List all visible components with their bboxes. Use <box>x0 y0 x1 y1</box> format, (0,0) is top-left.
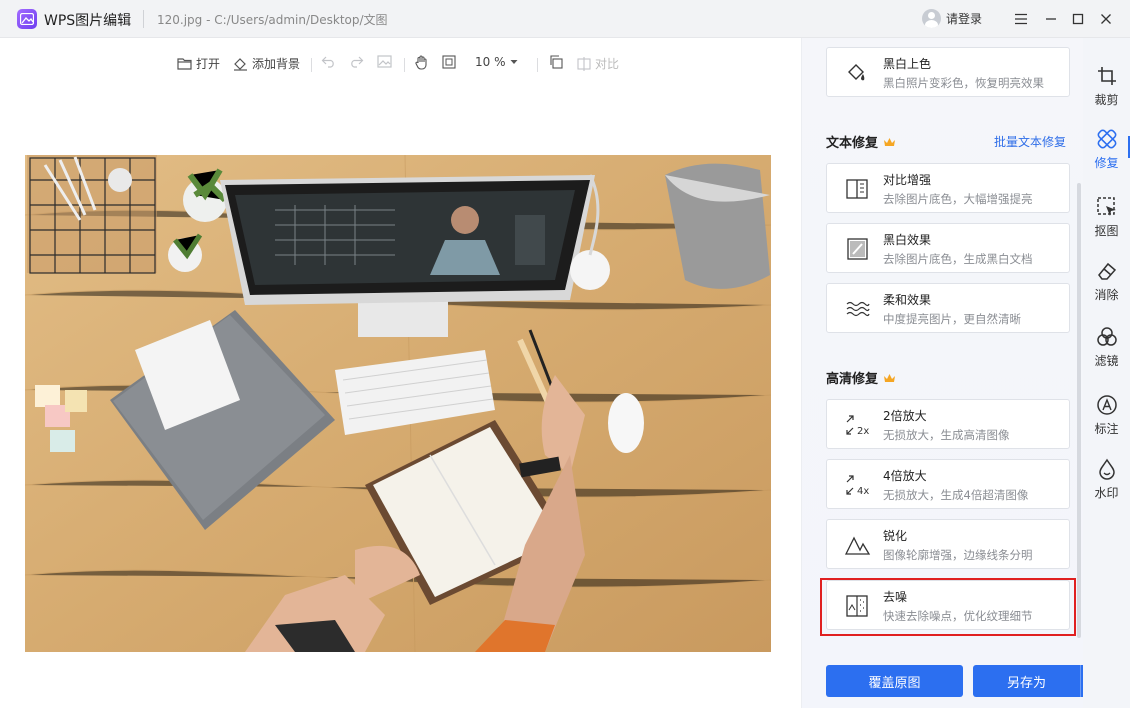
sidebar-label: 消除 <box>1094 288 1119 302</box>
cutout-icon <box>1096 197 1116 216</box>
tool-sidebar: 裁剪 修复 抠图 消除 滤镜 标注 水印 <box>1083 38 1130 708</box>
sidebar-item-crop[interactable]: 裁剪 <box>1083 63 1130 113</box>
menu-icon[interactable] <box>1010 8 1032 30</box>
toolbar-divider <box>311 58 312 72</box>
login-label: 请登录 <box>946 12 983 26</box>
redo-icon[interactable] <box>349 55 364 68</box>
app-name: WPS图片编辑 <box>44 13 132 29</box>
sidebar-label: 滤镜 <box>1094 354 1119 368</box>
image-icon[interactable] <box>377 55 392 68</box>
panel-scrollbar[interactable] <box>1077 183 1081 638</box>
card-title: 黑白效果 <box>883 233 932 247</box>
maximize-icon[interactable] <box>1067 8 1089 30</box>
sidebar-label: 修复 <box>1094 156 1119 170</box>
upscale-4x-card[interactable]: 4x 4倍放大 无损放大，生成4倍超清图像 <box>826 459 1070 509</box>
title-divider <box>143 10 144 28</box>
repair-icon <box>1097 129 1116 149</box>
card-desc: 去除图片底色，大幅增强提亮 <box>883 192 1033 206</box>
sidebar-item-annotate[interactable]: 标注 <box>1083 392 1130 442</box>
sidebar-item-filter[interactable]: 滤镜 <box>1083 324 1130 374</box>
canvas-toolbar: 打开 添加背景 10 % 对比 <box>0 52 800 78</box>
selection-highlight-box <box>820 578 1076 636</box>
black-white-card[interactable]: 黑白效果 去除图片底色，生成黑白文档 <box>826 223 1070 273</box>
card-desc: 中度提亮图片，更自然清晰 <box>883 312 1021 326</box>
annotate-icon <box>1096 395 1117 415</box>
sidebar-item-repair[interactable]: 修复 <box>1083 126 1130 176</box>
contrast-icon <box>846 179 868 199</box>
add-background-button[interactable]: 添加背景 <box>233 55 300 72</box>
filter-icon <box>1096 327 1117 346</box>
open-label: 打开 <box>196 57 221 71</box>
paint-bucket-icon <box>234 57 247 71</box>
card-desc: 去除图片底色，生成黑白文档 <box>883 252 1033 266</box>
title-bar: WPS图片编辑 120.jpg - C:/Users/admin/Desktop… <box>0 0 1130 38</box>
watermark-icon <box>1098 458 1115 480</box>
svg-text:4x: 4x <box>857 486 869 497</box>
overwrite-original-button[interactable]: 覆盖原图 <box>826 665 963 697</box>
contrast-enhance-card[interactable]: 对比增强 去除图片底色，大幅增强提亮 <box>826 163 1070 213</box>
copy-icon[interactable] <box>549 55 563 69</box>
compare-label: 对比 <box>595 57 620 71</box>
sharpen-card[interactable]: 锐化 图像轮廓增强，边缘线条分明 <box>826 519 1070 569</box>
card-title: 黑白上色 <box>883 57 932 71</box>
compare-button[interactable]: 对比 <box>577 55 619 72</box>
crown-icon <box>884 137 896 146</box>
fit-screen-icon[interactable] <box>442 55 456 69</box>
app-logo-icon <box>17 9 37 29</box>
crop-icon <box>1097 67 1116 85</box>
upscale-2x-icon: 2x <box>846 415 869 437</box>
sidebar-item-watermark[interactable]: 水印 <box>1083 456 1130 506</box>
wave-icon <box>846 301 870 317</box>
save-as-button[interactable]: 另存为 <box>973 665 1080 697</box>
upscale-4x-icon: 4x <box>846 475 869 497</box>
sidebar-item-erase[interactable]: 消除 <box>1083 258 1130 308</box>
avatar-icon <box>922 9 941 28</box>
undo-icon[interactable] <box>321 55 336 68</box>
card-title: 4倍放大 <box>883 469 927 483</box>
caret-down-icon <box>510 60 517 64</box>
soft-effect-card[interactable]: 柔和效果 中度提亮图片，更自然清晰 <box>826 283 1070 333</box>
card-title: 柔和效果 <box>883 293 932 307</box>
repair-panel: 黑白上色 黑白照片变彩色，恢复明亮效果 文本修复 批量文本修复 对比增强 去除图… <box>801 38 1111 708</box>
toolbar-divider <box>537 58 538 72</box>
card-title: 对比增强 <box>883 173 932 187</box>
colorize-card[interactable]: 黑白上色 黑白照片变彩色，恢复明亮效果 <box>826 47 1070 97</box>
minimize-icon[interactable] <box>1040 8 1062 30</box>
hand-pan-icon[interactable] <box>414 55 429 70</box>
sharpen-icon <box>844 536 871 555</box>
text-repair-title: 文本修复 <box>826 132 896 151</box>
close-icon[interactable] <box>1095 8 1117 30</box>
svg-text:2x: 2x <box>857 426 869 437</box>
file-path: 120.jpg - C:/Users/admin/Desktop/文图 <box>157 13 388 27</box>
card-desc: 黑白照片变彩色，恢复明亮效果 <box>883 76 1044 90</box>
hd-repair-title: 高清修复 <box>826 368 896 387</box>
paint-bucket-icon <box>848 64 865 81</box>
zoom-value: 10 % <box>475 55 506 69</box>
add-background-label: 添加背景 <box>252 57 301 71</box>
sidebar-label: 水印 <box>1094 486 1119 500</box>
open-button[interactable]: 打开 <box>177 55 220 72</box>
card-desc: 图像轮廓增强，边缘线条分明 <box>883 548 1033 562</box>
eraser-icon <box>1097 262 1116 280</box>
batch-text-repair-link[interactable]: 批量文本修复 <box>994 133 1066 150</box>
black-white-icon <box>847 238 868 260</box>
sidebar-label: 抠图 <box>1094 224 1119 238</box>
compare-icon <box>577 56 591 71</box>
photo-desk-image[interactable] <box>25 155 771 652</box>
card-title: 锐化 <box>883 529 908 543</box>
folder-icon <box>177 58 192 70</box>
sidebar-label: 标注 <box>1094 422 1119 436</box>
card-title: 2倍放大 <box>883 409 927 423</box>
sidebar-label: 裁剪 <box>1094 93 1119 107</box>
toolbar-divider <box>404 58 405 72</box>
login-button[interactable]: 请登录 <box>922 9 982 28</box>
crown-icon <box>884 373 896 382</box>
card-desc: 无损放大，生成高清图像 <box>883 428 1010 442</box>
zoom-dropdown[interactable]: 10 % <box>475 55 518 69</box>
upscale-2x-card[interactable]: 2x 2倍放大 无损放大，生成高清图像 <box>826 399 1070 449</box>
card-desc: 无损放大，生成4倍超清图像 <box>883 488 1029 502</box>
sidebar-item-cutout[interactable]: 抠图 <box>1083 194 1130 244</box>
